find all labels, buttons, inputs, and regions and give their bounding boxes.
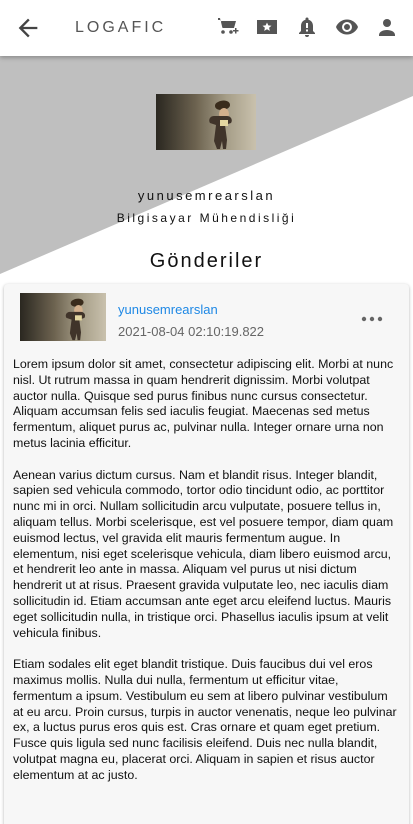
post-paragraph: Aenean varius dictum cursus. Nam et blan…: [13, 467, 394, 640]
appbar-actions: [215, 14, 399, 40]
more-horizontal-icon[interactable]: [360, 312, 384, 324]
profile-picture[interactable]: [156, 94, 256, 150]
profile-header: yunusemrearslan Bilgisayar Mühendisliği: [0, 56, 413, 276]
profile-department: Bilgisayar Mühendisliği: [116, 211, 297, 225]
star-card-icon[interactable]: [255, 14, 279, 40]
post-paragraph: Lorem ipsum dolor sit amet, consectetur …: [13, 357, 394, 450]
post-author-link[interactable]: yunusemrearslan: [118, 302, 218, 317]
app-title: LOGAFIC: [75, 19, 167, 36]
header-diagonal-background: [0, 56, 413, 274]
post-author-avatar[interactable]: [20, 293, 106, 341]
person-icon[interactable]: [375, 14, 399, 40]
eye-icon[interactable]: [335, 14, 359, 40]
post-body: Lorem ipsum dolor sit amet, consectetur …: [13, 357, 398, 799]
post-paragraph: Etiam sodales elit eget blandit tristiqu…: [13, 657, 397, 782]
back-arrow-icon[interactable]: [14, 14, 42, 42]
app-bar: LOGAFIC: [0, 0, 413, 56]
add-shopping-cart-icon[interactable]: [215, 14, 239, 40]
bell-alert-icon[interactable]: [295, 14, 319, 40]
posts-section-title: Gönderiler: [149, 250, 264, 272]
post-card: yunusemrearslan 2021-08-04 02:10:19.822 …: [4, 284, 409, 824]
post-timestamp: 2021-08-04 02:10:19.822: [118, 324, 265, 339]
profile-username: yunusemrearslan: [137, 188, 276, 203]
